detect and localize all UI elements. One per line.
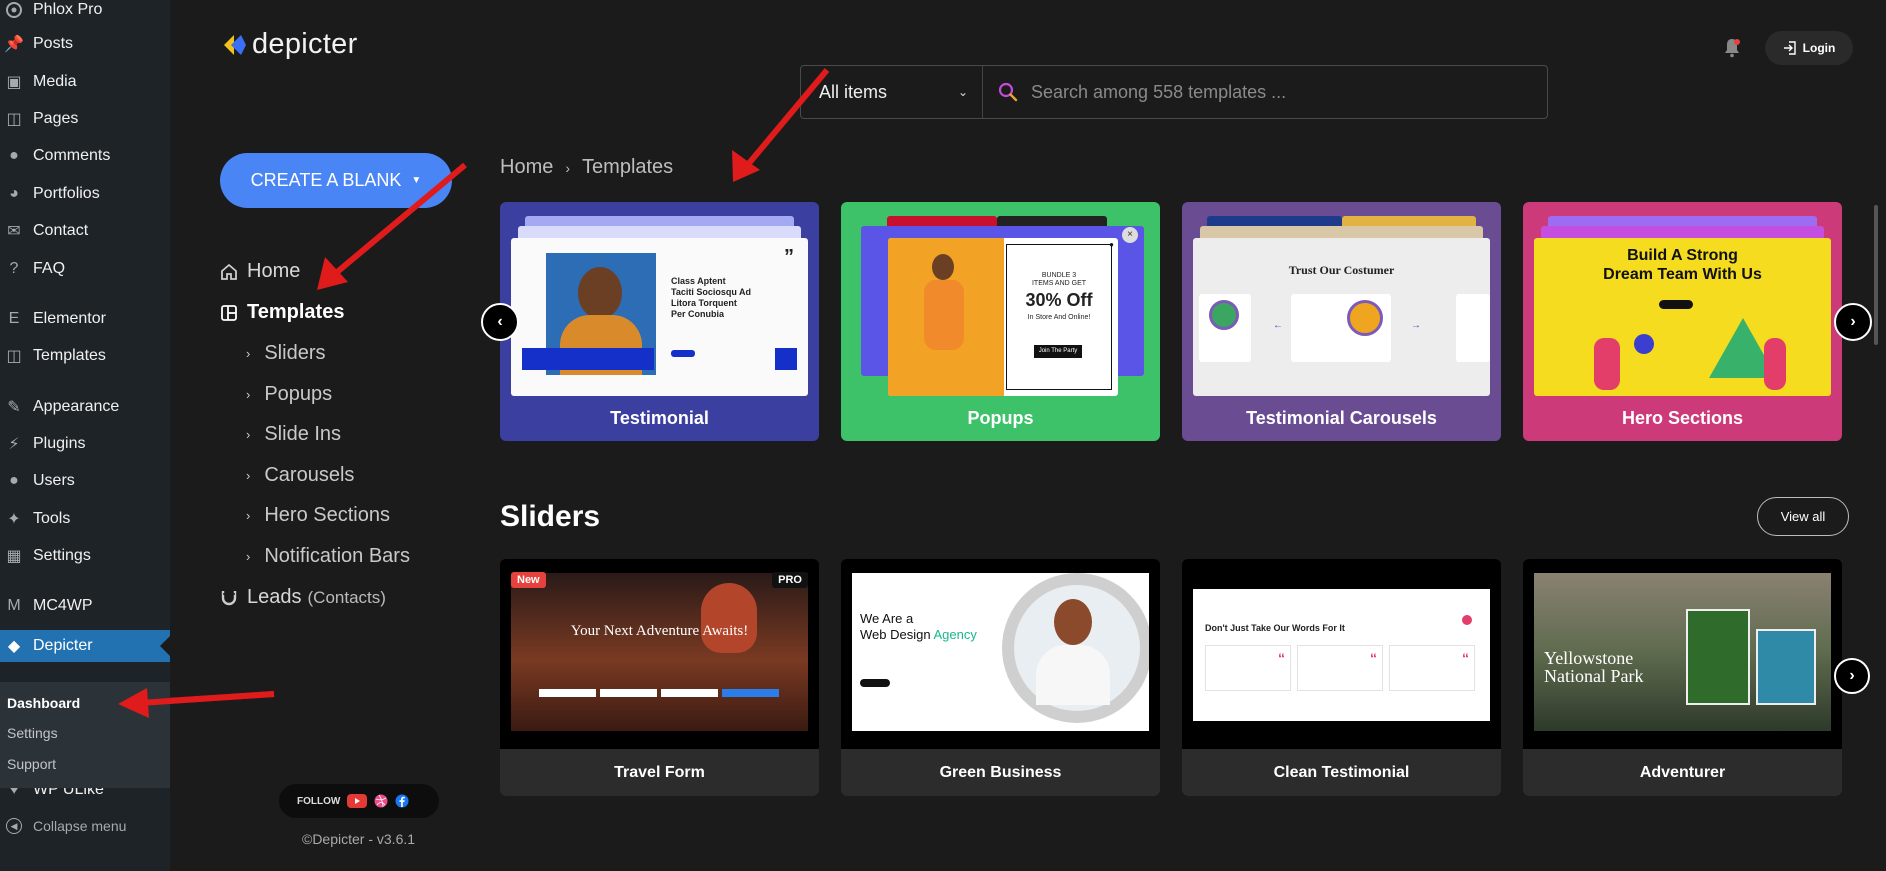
new-badge: New: [511, 572, 546, 588]
annotation-arrows: [170, 68, 830, 704]
depicter-dashboard: depicter All items ⌄ Login CREATE A BLAN…: [170, 0, 1886, 871]
pro-badge: PRO: [772, 572, 808, 588]
annotation-arrow-dashboard: [118, 688, 275, 718]
